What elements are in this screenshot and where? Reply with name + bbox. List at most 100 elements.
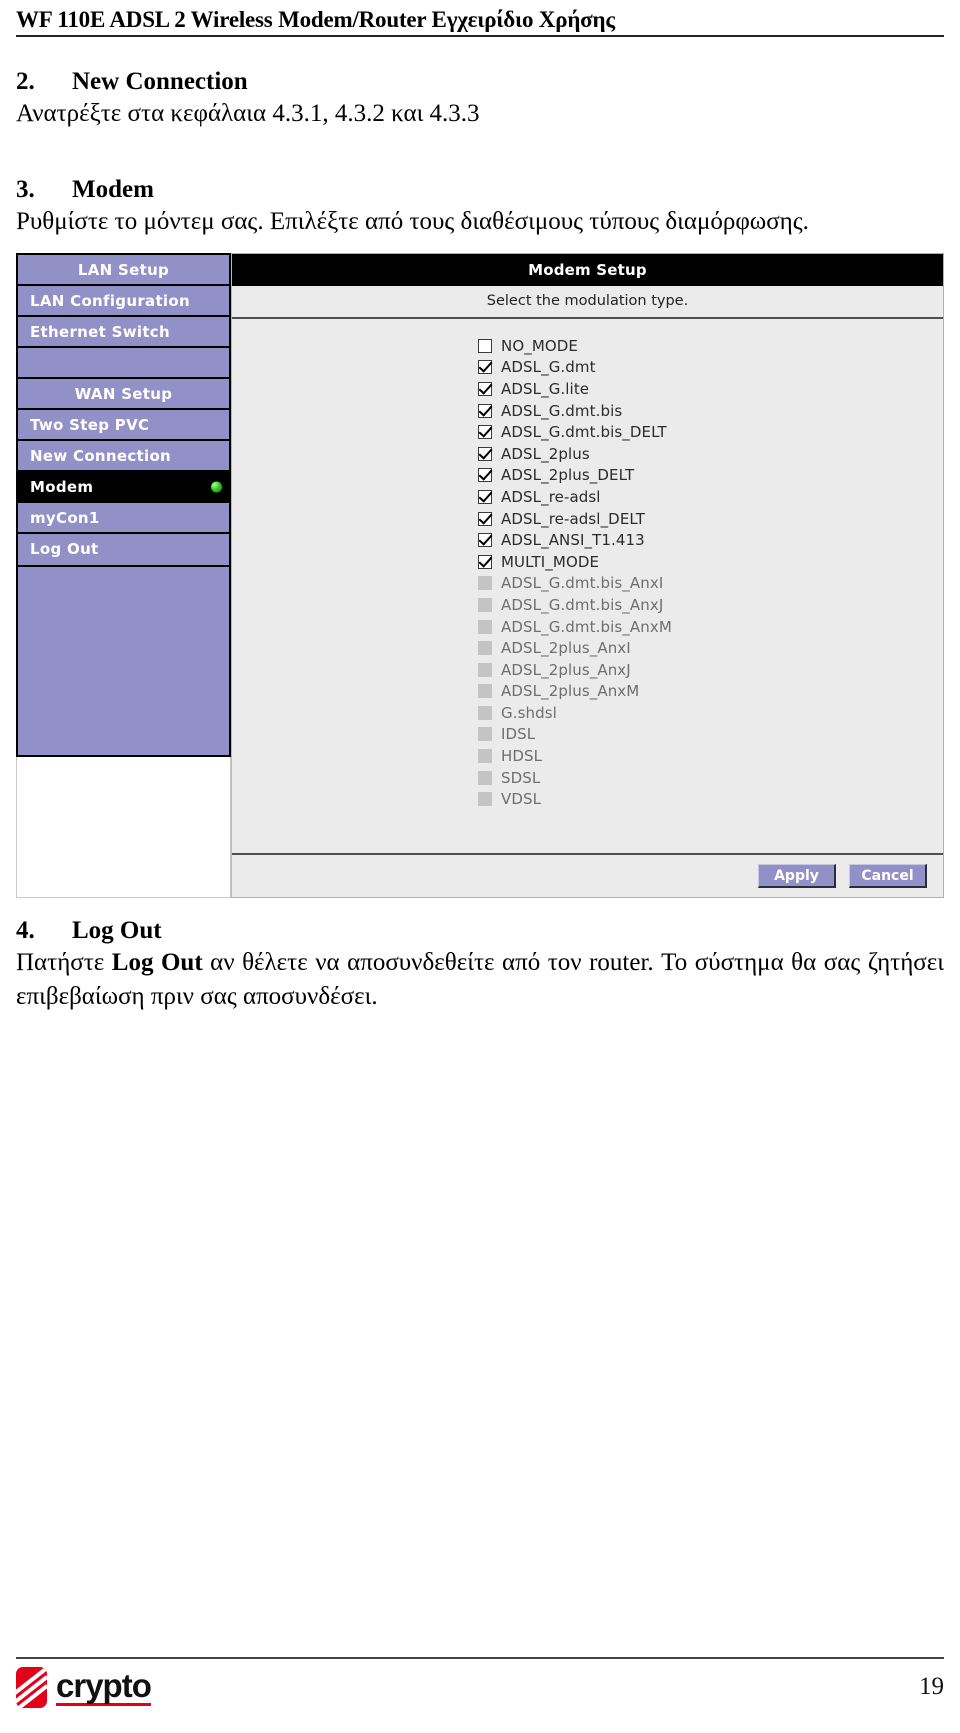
sidebar-item-modem[interactable]: Modem	[18, 472, 229, 503]
checkbox-vdsl	[478, 792, 492, 807]
sidebar-item-new-connection[interactable]: New Connection	[18, 441, 229, 472]
modulation-option-list: NO_MODE ADSL_G.dmt ADSL_G.lite ADSL_G.dm…	[232, 319, 943, 853]
checkbox-no-mode[interactable]	[478, 338, 492, 353]
sidebar-filler	[16, 567, 231, 757]
panel-footer: Apply Cancel	[232, 853, 943, 897]
sidebar-item-two-step-pvc[interactable]: Two Step PVC	[18, 410, 229, 441]
checkbox-adsl-g-lite[interactable]	[478, 381, 492, 396]
option-row[interactable]: ADSL_2plus_DELT	[478, 465, 943, 487]
option-row: G.shdsl	[478, 702, 943, 724]
option-label: ADSL_re-adsl	[501, 487, 601, 506]
sidebar-label-modem: Modem	[30, 478, 94, 496]
option-row[interactable]: ADSL_G.dmt.bis	[478, 400, 943, 422]
sidebar-label-log-out: Log Out	[30, 540, 99, 558]
sidebar-item-log-out[interactable]: Log Out	[18, 534, 229, 565]
running-header: WF 110E ADSL 2 Wireless Modem/Router Εγχ…	[16, 0, 944, 37]
option-label: ADSL_G.dmt.bis_AnxM	[501, 617, 672, 636]
sidebar-item-lan-setup[interactable]: LAN Setup	[18, 255, 229, 286]
option-label: ADSL_2plus_AnxM	[501, 682, 640, 701]
router-main-panel: Modem Setup Select the modulation type. …	[232, 253, 944, 898]
option-label: MULTI_MODE	[501, 552, 600, 571]
panel-subtitle: Select the modulation type.	[232, 286, 943, 319]
checkbox-adsl-ansi-t1-413[interactable]	[478, 533, 492, 548]
checkbox-adsl-g-dmt-bis-anxi	[478, 576, 492, 591]
option-row: ADSL_G.dmt.bis_AnxI	[478, 573, 943, 595]
option-row: VDSL	[478, 788, 943, 810]
option-row[interactable]: ADSL_re-adsl_DELT	[478, 508, 943, 530]
sidebar-empty-area	[16, 757, 231, 898]
checkbox-sdsl	[478, 770, 492, 785]
checkbox-adsl-g-dmt-bis-anxj	[478, 597, 492, 612]
footer-divider	[16, 1657, 944, 1659]
sidebar-item-mycon1[interactable]: myCon1	[18, 503, 229, 534]
sidebar-label-ethernet-switch: Ethernet Switch	[30, 323, 170, 341]
sidebar-label-new-connection: New Connection	[30, 447, 172, 465]
option-label: ADSL_G.lite	[501, 379, 590, 398]
option-row[interactable]: ADSL_G.dmt	[478, 357, 943, 379]
option-row: ADSL_2plus_AnxM	[478, 681, 943, 703]
option-row[interactable]: ADSL_G.dmt.bis_DELT	[478, 421, 943, 443]
sidebar-label-lan-setup: LAN Setup	[77, 261, 170, 279]
section-number-2: 2.	[16, 68, 35, 95]
checkbox-adsl-2plus-anxj	[478, 662, 492, 677]
checkbox-multi-mode[interactable]	[478, 554, 492, 569]
status-led-icon	[211, 481, 222, 492]
panel-title: Modem Setup	[232, 254, 943, 286]
section-heading-2: 2. New Connection	[16, 67, 944, 97]
section-title-2: New Connection	[72, 68, 248, 95]
option-label: ADSL_2plus_AnxI	[501, 639, 631, 658]
option-label: NO_MODE	[501, 336, 579, 355]
apply-button[interactable]: Apply	[758, 864, 836, 888]
option-label: ADSL_2plus	[501, 444, 590, 463]
option-label: ADSL_G.dmt	[501, 358, 596, 377]
page-number: 19	[919, 1673, 944, 1700]
router-nav-block: LAN Setup LAN Configuration Ethernet Swi…	[16, 253, 231, 567]
checkbox-adsl-2plus-delt[interactable]	[478, 468, 492, 483]
option-label: ADSL_2plus_AnxJ	[501, 660, 631, 679]
option-row[interactable]: ADSL_2plus	[478, 443, 943, 465]
checkbox-adsl-2plus-anxi	[478, 641, 492, 656]
section-title-3: Modem	[72, 176, 154, 203]
cancel-button[interactable]: Cancel	[849, 864, 927, 888]
option-row: ADSL_2plus_AnxI	[478, 637, 943, 659]
checkbox-adsl-re-adsl-delt[interactable]	[478, 511, 492, 526]
sidebar-item-wan-setup[interactable]: WAN Setup	[18, 379, 229, 410]
option-row[interactable]: NO_MODE	[478, 335, 943, 357]
document-page: WF 110E ADSL 2 Wireless Modem/Router Εγχ…	[0, 0, 960, 1733]
brand-name: crypto	[56, 1666, 152, 1706]
router-sidebar: LAN Setup LAN Configuration Ethernet Swi…	[16, 253, 232, 898]
running-header-title: WF 110E ADSL 2 Wireless Modem/Router Εγχ…	[16, 7, 615, 32]
option-row[interactable]: ADSL_re-adsl	[478, 486, 943, 508]
option-label: HDSL	[501, 747, 543, 766]
sidebar-item-lan-configuration[interactable]: LAN Configuration	[18, 286, 229, 317]
option-row[interactable]: MULTI_MODE	[478, 551, 943, 573]
option-row: HDSL	[478, 745, 943, 767]
option-label: IDSL	[501, 725, 536, 744]
checkbox-adsl-g-dmt[interactable]	[478, 360, 492, 375]
option-label: VDSL	[501, 790, 542, 809]
sidebar-label-lan-configuration: LAN Configuration	[30, 292, 190, 310]
option-row[interactable]: ADSL_G.lite	[478, 378, 943, 400]
sidebar-item-ethernet-switch[interactable]: Ethernet Switch	[18, 317, 229, 348]
router-admin-screenshot: LAN Setup LAN Configuration Ethernet Swi…	[16, 253, 944, 898]
option-row: IDSL	[478, 724, 943, 746]
checkbox-idsl	[478, 727, 492, 742]
section-body-4-part1: Πατήστε	[16, 949, 112, 976]
checkbox-adsl-2plus[interactable]	[478, 446, 492, 461]
checkbox-adsl-g-dmt-bis[interactable]	[478, 403, 492, 418]
crypto-logo-icon	[16, 1666, 47, 1708]
option-row[interactable]: ADSL_ANSI_T1.413	[478, 529, 943, 551]
checkbox-adsl-g-dmt-bis-delt[interactable]	[478, 425, 492, 440]
checkbox-adsl-re-adsl[interactable]	[478, 489, 492, 504]
option-label: ADSL_ANSI_T1.413	[501, 531, 645, 550]
option-label: ADSL_2plus_DELT	[501, 466, 635, 485]
option-label: ADSL_G.dmt.bis	[501, 401, 623, 420]
option-label: ADSL_G.dmt.bis_DELT	[501, 423, 667, 442]
option-row: SDSL	[478, 767, 943, 789]
section-number-4: 4.	[16, 917, 35, 944]
section-heading-4: 4. Log Out	[16, 916, 944, 946]
sidebar-spacer	[18, 348, 229, 379]
checkbox-adsl-g-dmt-bis-anxm	[478, 619, 492, 634]
option-label: ADSL_re-adsl_DELT	[501, 509, 646, 528]
sidebar-label-two-step-pvc: Two Step PVC	[30, 416, 150, 434]
